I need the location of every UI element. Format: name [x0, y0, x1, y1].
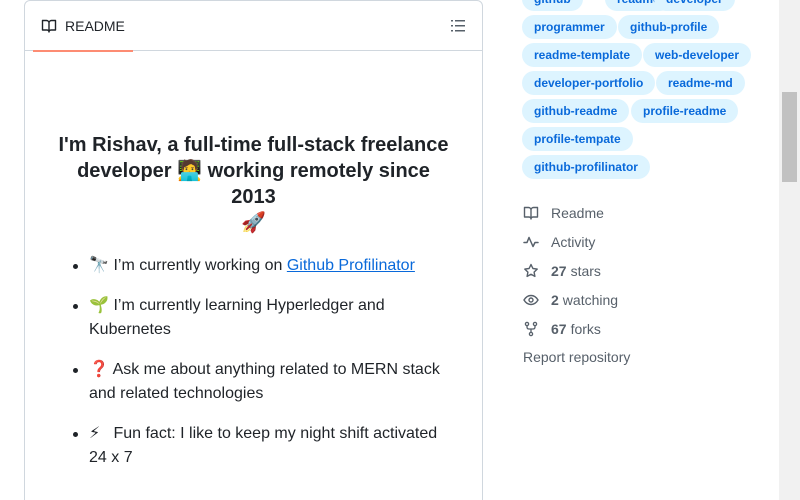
book-icon: [523, 206, 539, 220]
watching-count: 2: [551, 291, 559, 308]
watching-link[interactable]: 2 watching: [520, 285, 770, 314]
lightning-emoji-icon: ⚡: [89, 425, 101, 442]
topic-tag[interactable]: developer-portfolio: [522, 71, 656, 95]
tab-active-underline: [33, 50, 133, 52]
about-sidebar: github readme developer programmer githu…: [520, 0, 770, 372]
list-item: ⚡ Fun fact: I like to keep my night shif…: [73, 422, 452, 470]
scrollbar-thumb[interactable]: [782, 92, 797, 182]
telescope-emoji-icon: 🔭: [89, 257, 109, 274]
topic-tag[interactable]: programmer: [522, 15, 617, 39]
star-icon: [524, 263, 538, 277]
pulse-icon: [523, 236, 539, 247]
list-icon[interactable]: [450, 18, 466, 34]
page-scrollbar[interactable]: [779, 0, 800, 500]
list-item-text: I’m currently learning Hyperledger and K…: [89, 297, 385, 338]
list-item: 🔭 I’m currently working on Github Profil…: [73, 254, 452, 278]
title-text-line2: working remotely since 2013: [207, 160, 430, 208]
topic-tag[interactable]: developer: [654, 0, 735, 11]
topic-tag[interactable]: readme-md: [656, 71, 745, 95]
activity-link-label: Activity: [551, 233, 596, 250]
stars-link[interactable]: 27 stars: [520, 256, 770, 285]
repo-meta: Readme Activity 27 stars 2 watching 67 f…: [520, 198, 770, 372]
report-repository-link[interactable]: Report repository: [520, 343, 770, 372]
github-profilinator-link[interactable]: Github Profilinator: [287, 257, 415, 274]
topic-tag[interactable]: github-readme: [522, 99, 630, 123]
topic-tags: github readme developer programmer githu…: [520, 0, 770, 182]
topic-tag[interactable]: github-profile: [618, 15, 720, 39]
list-item-text: Ask me about anything related to MERN st…: [89, 361, 440, 402]
readme-list: 🔭 I’m currently working on Github Profil…: [55, 254, 452, 470]
rocket-emoji-icon: 🚀: [241, 212, 266, 234]
readme-panel: README I'm Rishav, a full-time full-stac…: [24, 0, 483, 500]
readme-header: README: [25, 1, 482, 52]
eye-icon: [523, 294, 539, 305]
stars-label: stars: [570, 262, 601, 279]
fork-icon: [524, 321, 538, 336]
topic-tag[interactable]: github-profilinator: [522, 155, 650, 179]
topic-tag[interactable]: readme-template: [522, 43, 643, 67]
stars-count: 27: [551, 262, 567, 279]
readme-body: I'm Rishav, a full-time full-stack freel…: [25, 132, 482, 470]
list-item-text: I’m currently working on: [113, 257, 287, 274]
forks-count: 67: [551, 320, 567, 337]
seedling-emoji-icon: 🌱: [89, 297, 109, 314]
readme-tab[interactable]: README: [33, 1, 133, 52]
developer-emoji-icon: 🧑‍💻: [177, 160, 203, 182]
topic-tag[interactable]: profile-tempate: [522, 127, 633, 151]
list-item: ❓ Ask me about anything related to MERN …: [73, 358, 452, 406]
topic-tag[interactable]: github: [522, 0, 583, 11]
list-item-text: Fun fact: I like to keep my night shift …: [89, 425, 438, 466]
list-item: 🌱 I’m currently learning Hyperledger and…: [73, 294, 452, 342]
question-emoji-icon: ❓: [89, 361, 109, 378]
forks-link[interactable]: 67 forks: [520, 314, 770, 343]
readme-tab-label: README: [65, 18, 125, 34]
watching-label: watching: [562, 291, 619, 308]
topic-tag[interactable]: profile-readme: [631, 99, 739, 123]
book-icon: [41, 19, 57, 33]
forks-label: forks: [570, 320, 601, 337]
topic-tag[interactable]: web-developer: [643, 43, 752, 67]
readme-title: I'm Rishav, a full-time full-stack freel…: [55, 132, 452, 236]
activity-link[interactable]: Activity: [520, 227, 770, 256]
readme-link[interactable]: Readme: [520, 198, 770, 227]
readme-link-label: Readme: [551, 204, 604, 221]
